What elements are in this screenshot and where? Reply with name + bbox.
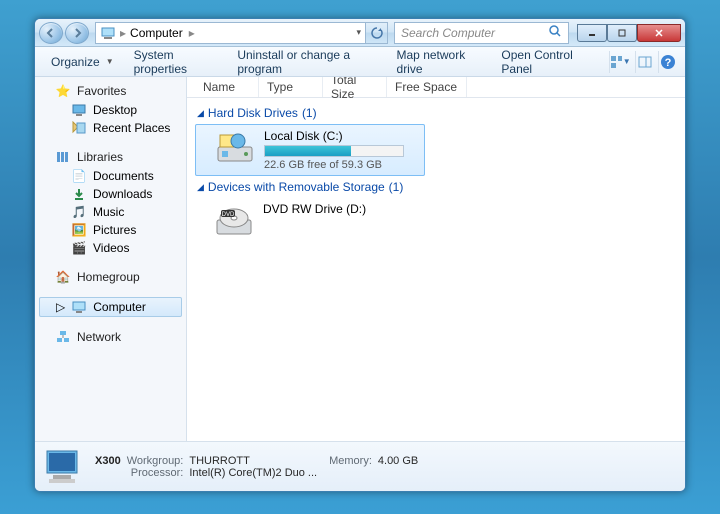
sidebar-item-pictures[interactable]: 🖼️Pictures — [35, 221, 186, 239]
minimize-button[interactable] — [577, 24, 607, 42]
content-area: Name Type Total Size Free Space ◢ Hard D… — [187, 77, 685, 441]
dvd-icon: DVD — [213, 202, 255, 238]
breadcrumb: Computer — [130, 26, 183, 40]
breadcrumb-sep: ▸ — [189, 26, 195, 40]
svg-text:?: ? — [665, 57, 672, 69]
column-total[interactable]: Total Size — [323, 77, 387, 97]
forward-button[interactable] — [65, 22, 89, 44]
drive-name: DVD RW Drive (D:) — [263, 202, 423, 218]
chevron-down-icon: ▼ — [106, 57, 114, 66]
drive-local-disk-c[interactable]: Local Disk (C:) 22.6 GB free of 59.3 GB — [195, 124, 425, 176]
usage-bar — [264, 145, 404, 157]
organize-button[interactable]: Organize▼ — [43, 51, 122, 73]
search-input[interactable]: Search Computer — [394, 22, 569, 44]
refresh-button[interactable] — [366, 22, 388, 44]
column-name[interactable]: Name — [195, 77, 259, 97]
drive-name: Local Disk (C:) — [264, 129, 422, 145]
recent-icon — [71, 120, 87, 136]
expand-icon[interactable]: ▷ — [56, 300, 65, 314]
map-drive-button[interactable]: Map network drive — [389, 44, 490, 80]
collapse-icon[interactable]: ◢ — [197, 182, 204, 193]
collapse-icon[interactable]: ◢ — [197, 108, 204, 119]
workgroup-label: Workgroup: — [127, 455, 184, 467]
processor-value: Intel(R) Core(TM)2 Duo ... — [189, 467, 317, 479]
computer-icon — [71, 299, 87, 315]
help-button[interactable]: ? — [658, 51, 677, 73]
breadcrumb-sep: ▸ — [120, 26, 126, 40]
command-bar: Organize▼ System properties Uninstall or… — [35, 47, 685, 77]
sidebar-item-downloads[interactable]: Downloads — [35, 185, 186, 203]
sidebar-favorites[interactable]: ⭐Favorites — [35, 81, 186, 101]
details-pane: X300 Workgroup: THURROTT Memory: 4.00 GB… — [35, 441, 685, 491]
maximize-button[interactable] — [607, 24, 637, 42]
computer-icon — [100, 25, 116, 41]
explorer-window: ▸ Computer ▸ ▾ Search Computer Organize▼… — [34, 18, 686, 492]
uninstall-button[interactable]: Uninstall or change a program — [229, 44, 384, 80]
group-removable[interactable]: ◢ Devices with Removable Storage (1) — [195, 176, 677, 198]
svg-text:DVD: DVD — [222, 212, 235, 218]
homegroup-icon: 🏠 — [55, 269, 71, 285]
processor-label: Processor: — [127, 467, 184, 479]
hdd-icon — [214, 129, 256, 165]
drive-dvd-rw-d[interactable]: DVD DVD RW Drive (D:) — [195, 198, 425, 242]
pictures-icon: 🖼️ — [71, 222, 87, 238]
system-properties-button[interactable]: System properties — [126, 44, 226, 80]
network-icon — [55, 329, 71, 345]
music-icon: 🎵 — [71, 204, 87, 220]
back-button[interactable] — [39, 22, 63, 44]
star-icon: ⭐ — [55, 83, 71, 99]
address-dropdown[interactable]: ▾ — [356, 27, 361, 38]
sidebar-network[interactable]: Network — [35, 327, 186, 347]
column-free[interactable]: Free Space — [387, 77, 467, 97]
search-placeholder: Search Computer — [401, 26, 495, 40]
memory-value: 4.00 GB — [378, 455, 418, 467]
videos-icon: 🎬 — [71, 240, 87, 256]
desktop-icon — [71, 102, 87, 118]
column-headers: Name Type Total Size Free Space — [187, 77, 685, 98]
memory-label: Memory: — [329, 455, 372, 467]
view-button[interactable]: ▼ — [609, 51, 631, 73]
sidebar-item-computer[interactable]: ▷Computer — [39, 297, 182, 317]
search-icon — [548, 24, 562, 41]
sidebar-libraries[interactable]: Libraries — [35, 147, 186, 167]
computer-large-icon — [43, 447, 85, 487]
sidebar-homegroup[interactable]: 🏠Homegroup — [35, 267, 186, 287]
usage-text: 22.6 GB free of 59.3 GB — [264, 159, 422, 171]
group-hard-disks[interactable]: ◢ Hard Disk Drives (1) — [195, 102, 677, 124]
libraries-icon — [55, 149, 71, 165]
downloads-icon — [71, 186, 87, 202]
sidebar-item-desktop[interactable]: Desktop — [35, 101, 186, 119]
close-button[interactable] — [637, 24, 681, 42]
workgroup-value: THURROTT — [189, 455, 317, 467]
column-type[interactable]: Type — [259, 77, 323, 97]
address-bar[interactable]: ▸ Computer ▸ ▾ — [95, 22, 366, 44]
computer-name: X300 — [95, 455, 121, 467]
sidebar-item-videos[interactable]: 🎬Videos — [35, 239, 186, 257]
items-area[interactable]: ◢ Hard Disk Drives (1) Local Disk (C:) 2… — [187, 98, 685, 441]
preview-pane-button[interactable] — [635, 51, 654, 73]
documents-icon: 📄 — [71, 168, 87, 184]
sidebar-item-documents[interactable]: 📄Documents — [35, 167, 186, 185]
sidebar-item-recent[interactable]: Recent Places — [35, 119, 186, 137]
sidebar-item-music[interactable]: 🎵Music — [35, 203, 186, 221]
navigation-pane: ⭐Favorites Desktop Recent Places Librari… — [35, 77, 187, 441]
control-panel-button[interactable]: Open Control Panel — [493, 44, 600, 80]
